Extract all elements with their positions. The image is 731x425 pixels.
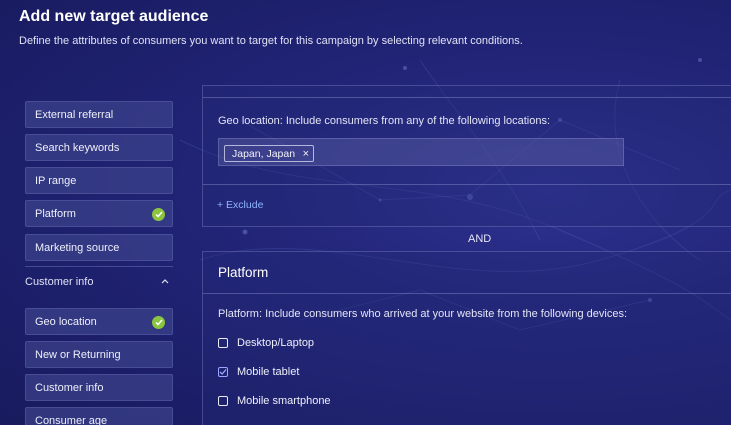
sidebar-item-label: IP range [35, 175, 77, 187]
sidebar-item-label: Customer info [35, 382, 104, 394]
sidebar-item-consumer-age[interactable]: Consumer age [25, 407, 173, 425]
sidebar-item-label: Consumer age [35, 415, 108, 425]
sidebar-divider [25, 266, 173, 267]
platform-panel: Platform Platform: Include consumers who… [202, 251, 731, 425]
sidebar-item-label: Geo location [35, 316, 97, 328]
sidebar-item-label: Marketing source [35, 242, 120, 254]
sidebar-section-customer-info[interactable]: Customer info [25, 276, 93, 288]
and-connector: AND [468, 233, 492, 245]
sidebar-item-search-keywords[interactable]: Search keywords [25, 134, 173, 161]
location-chip: Japan, Japan × [224, 145, 315, 162]
chip-label: Japan, Japan [232, 148, 296, 160]
page-title: Add new target audience [19, 8, 209, 25]
sidebar-item-label: External referral [35, 109, 114, 121]
divider [203, 293, 731, 294]
sidebar-item-label: Search keywords [35, 142, 120, 154]
sidebar-item-label: New or Returning [35, 349, 121, 361]
option-label: Mobile tablet [237, 366, 300, 378]
sidebar-item-external-referral[interactable]: External referral [25, 101, 173, 128]
divider [203, 184, 731, 185]
geo-location-input[interactable]: Japan, Japan × [218, 138, 624, 166]
platform-title: Platform [218, 265, 269, 280]
geo-location-panel: Geo location: Include consumers from any… [202, 85, 731, 227]
check-circle-icon [152, 208, 165, 221]
platform-label: Platform: Include consumers who arrived … [218, 308, 628, 320]
checkbox-checked[interactable] [218, 367, 228, 377]
sidebar-item-label: Platform [35, 208, 76, 220]
sidebar-item-ip-range[interactable]: IP range [25, 167, 173, 194]
divider [203, 97, 731, 98]
close-icon[interactable]: × [303, 148, 309, 160]
chevron-up-icon[interactable] [160, 277, 170, 285]
checkbox[interactable] [218, 396, 228, 406]
option-label: Mobile smartphone [237, 395, 331, 407]
sidebar-item-geo-location[interactable]: Geo location [25, 308, 173, 335]
exclude-link[interactable]: + Exclude [217, 199, 263, 211]
sidebar-item-customer-info[interactable]: Customer info [25, 374, 173, 401]
sidebar-item-platform[interactable]: Platform [25, 200, 173, 227]
geo-location-label: Geo location: Include consumers from any… [218, 115, 551, 127]
checkbox[interactable] [218, 338, 228, 348]
option-label: Desktop/Laptop [237, 337, 315, 349]
page-subtitle: Define the attributes of consumers you w… [19, 35, 523, 47]
sidebar-item-marketing-source[interactable]: Marketing source [25, 234, 173, 261]
check-circle-icon [152, 316, 165, 329]
sidebar-item-new-or-returning[interactable]: New or Returning [25, 341, 173, 368]
